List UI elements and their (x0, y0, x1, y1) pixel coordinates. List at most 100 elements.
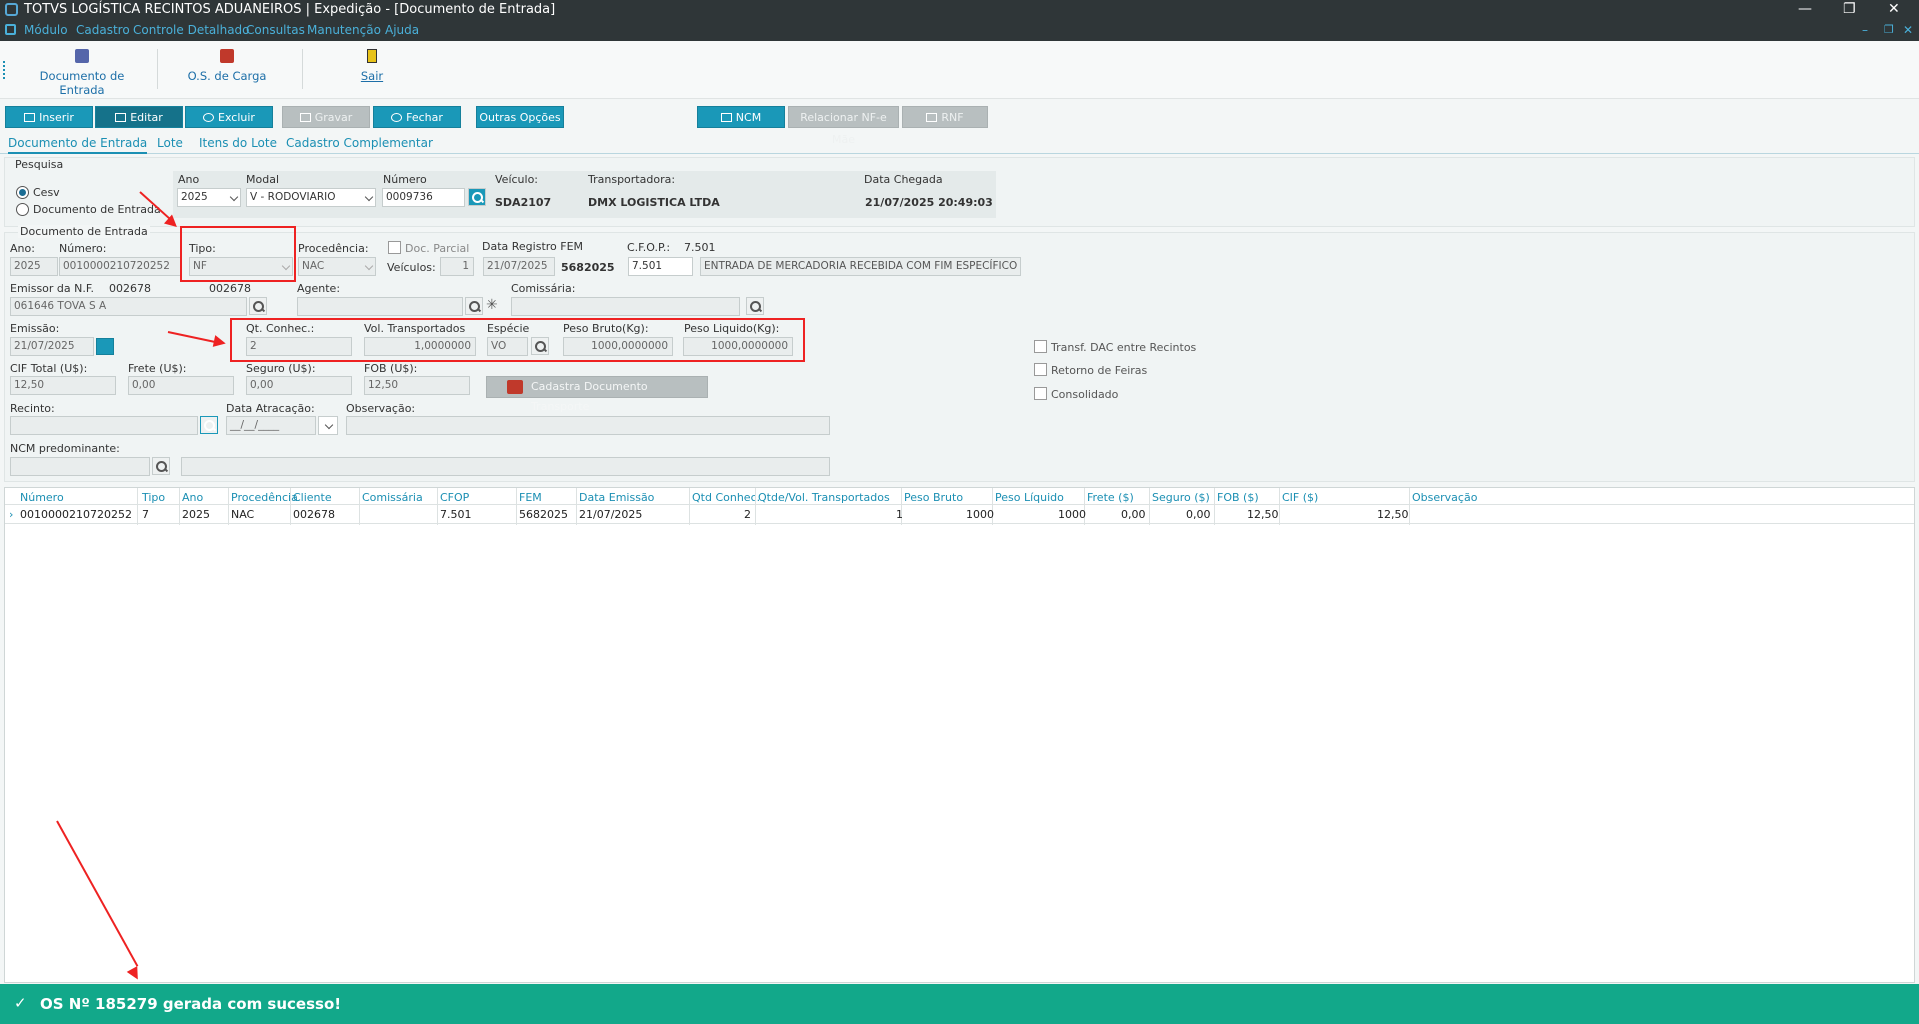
tab-strip: Documento de Entrada Lote Itens do Lote … (0, 134, 1919, 154)
cadastra-documento-button[interactable]: Cadastra Documento Transporte (486, 376, 708, 413)
menu-controle-detalhado[interactable]: Controle Detalhado (133, 23, 250, 37)
chevron-down-icon (324, 420, 334, 430)
radio-cesv[interactable] (16, 186, 29, 199)
menu-manutencao[interactable]: Manutenção (307, 23, 381, 37)
grid-header[interactable]: Observação (1412, 491, 1477, 504)
check-icon: ✓ (14, 994, 27, 1012)
grid-header[interactable]: Comissária (362, 491, 423, 504)
doc-observacao-input[interactable] (346, 416, 830, 435)
grid-header[interactable]: Número (20, 491, 64, 504)
grid-header[interactable]: Cliente (293, 491, 332, 504)
grid-header[interactable]: Ano (182, 491, 203, 504)
doc-emissor-input[interactable]: 061646 TOVA S A (10, 297, 247, 316)
row-indicator-icon: › (9, 508, 14, 521)
grid-header[interactable]: Frete ($) (1087, 491, 1134, 504)
grid-cell: 7.501 (440, 508, 472, 521)
doc-fob-input[interactable]: 12,50 (364, 376, 470, 395)
mdi-close-icon[interactable]: ✕ (1903, 23, 1913, 37)
grid-header[interactable]: Qtde/Vol. Transportados (758, 491, 890, 504)
minimize-button[interactable]: — (1798, 1, 1812, 17)
doc-cif-input[interactable]: 12,50 (10, 376, 116, 395)
pesq-transportadora-label: Transportadora: (588, 173, 676, 186)
grid-cell: 2 (744, 508, 751, 521)
gravar-button[interactable]: Gravar (282, 106, 370, 128)
doc-data-atracacao-input[interactable]: __/__/____ (226, 416, 316, 435)
doc-veiculos-input[interactable]: 1 (440, 257, 474, 276)
doc-parcial-checkbox[interactable] (388, 241, 401, 254)
search-icon[interactable] (152, 457, 170, 475)
toolbar-documento-entrada-label: Documento de Entrada (39, 69, 125, 97)
grid-header[interactable]: FEM (519, 491, 542, 504)
doc-ncm-input[interactable] (10, 457, 150, 476)
doc-frete-input[interactable]: 0,00 (128, 376, 234, 395)
grid-header[interactable]: Tipo (142, 491, 165, 504)
calendar-icon[interactable] (96, 338, 114, 355)
doc-ano-input[interactable]: 2025 (10, 257, 58, 276)
relacionar-nfe-button[interactable]: Relacionar NF-e Mãe (788, 106, 899, 146)
search-icon[interactable] (249, 297, 267, 315)
toolbar-os-carga[interactable]: O.S. de Carga (186, 49, 268, 83)
search-icon[interactable] (468, 188, 486, 206)
clear-sparkle-icon[interactable]: ✳ (486, 297, 498, 313)
tab-lote[interactable]: Lote (157, 136, 183, 150)
ncm-button[interactable]: NCM (697, 106, 785, 128)
outras-opcoes-button[interactable]: Outras Opções (476, 106, 564, 128)
radio-documento-entrada[interactable] (16, 203, 29, 216)
editar-button[interactable]: Editar (95, 106, 183, 128)
doc-seguro-input[interactable]: 0,00 (246, 376, 352, 395)
doc-procedencia-select[interactable]: NAC (298, 257, 376, 276)
pesq-numero-input[interactable]: 0009736 (382, 188, 465, 207)
close-button[interactable]: ✕ (1888, 1, 1900, 17)
tab-cadastro-complementar[interactable]: Cadastro Complementar (286, 136, 433, 150)
tab-itens-lote[interactable]: Itens do Lote (199, 136, 277, 150)
grid-header[interactable]: Peso Bruto (904, 491, 963, 504)
menu-modulo[interactable]: Módulo (24, 23, 68, 37)
search-icon[interactable] (746, 297, 764, 315)
grid-header[interactable]: Seguro ($) (1152, 491, 1210, 504)
pesq-modal-select[interactable]: V - RODOVIARIO (246, 188, 376, 207)
pesq-ano-select[interactable]: 2025 (177, 188, 241, 207)
menu-ajuda[interactable]: Ajuda (385, 23, 419, 37)
retorno-feiras-checkbox[interactable] (1034, 363, 1047, 376)
doc-comissaria-input[interactable] (511, 297, 740, 316)
rnf-button[interactable]: RNF (902, 106, 988, 128)
consolidado-checkbox[interactable] (1034, 387, 1047, 400)
doc-emissao-input[interactable]: 21/07/2025 (10, 337, 94, 356)
grid-header[interactable]: FOB ($) (1217, 491, 1259, 504)
excluir-button[interactable]: Excluir (185, 106, 273, 128)
doc-agente-input[interactable] (297, 297, 463, 316)
grid-header[interactable]: Procedência (231, 491, 298, 504)
window-title: TOTVS LOGÍSTICA RECINTOS ADUANEIROS | Ex… (24, 2, 556, 17)
doc-cfop-top-value: 7.501 (684, 241, 716, 254)
toolbar-sair[interactable]: Sair (352, 49, 392, 83)
toolbar-documento-entrada[interactable]: Documento de Entrada (26, 49, 138, 97)
doc-cfop-input[interactable]: 7.501 (628, 257, 693, 276)
grid-header[interactable]: Data Emissão (579, 491, 654, 504)
mdi-minimize-icon[interactable]: – (1862, 23, 1868, 37)
grid-header[interactable]: CIF ($) (1282, 491, 1318, 504)
transf-dac-checkbox[interactable] (1034, 340, 1047, 353)
search-icon[interactable] (200, 416, 218, 434)
tab-documento-entrada[interactable]: Documento de Entrada (8, 136, 148, 154)
mdi-restore-icon[interactable]: ❐ (1884, 23, 1894, 36)
grid-header[interactable]: Peso Líquido (995, 491, 1064, 504)
ncm-icon (720, 113, 732, 122)
annotation-box-quantidades (230, 318, 805, 362)
menu-cadastro[interactable]: Cadastro (76, 23, 130, 37)
table-row[interactable] (5, 506, 1914, 524)
inserir-button[interactable]: Inserir (5, 106, 93, 128)
restore-button[interactable]: ❐ (1843, 1, 1856, 17)
menu-app-icon (5, 24, 16, 35)
grid-header[interactable]: CFOP (440, 491, 469, 504)
grid-cell: 5682025 (519, 508, 568, 521)
grid-header[interactable]: Qtd Conhec. (692, 491, 760, 504)
menu-consultas[interactable]: Consultas (246, 23, 305, 37)
data-atracacao-dropdown[interactable] (318, 416, 338, 435)
cadastra-documento-label: Cadastra Documento Transporte (531, 380, 648, 413)
title-bar: TOTVS LOGÍSTICA RECINTOS ADUANEIROS | Ex… (0, 0, 1919, 20)
fechar-button[interactable]: Fechar (373, 106, 461, 128)
doc-numero-input[interactable]: 0010000210720252 (59, 257, 182, 276)
doc-data-registro-input[interactable]: 21/07/2025 (483, 257, 555, 276)
doc-recinto-input[interactable] (10, 416, 198, 435)
search-icon[interactable] (465, 297, 483, 315)
